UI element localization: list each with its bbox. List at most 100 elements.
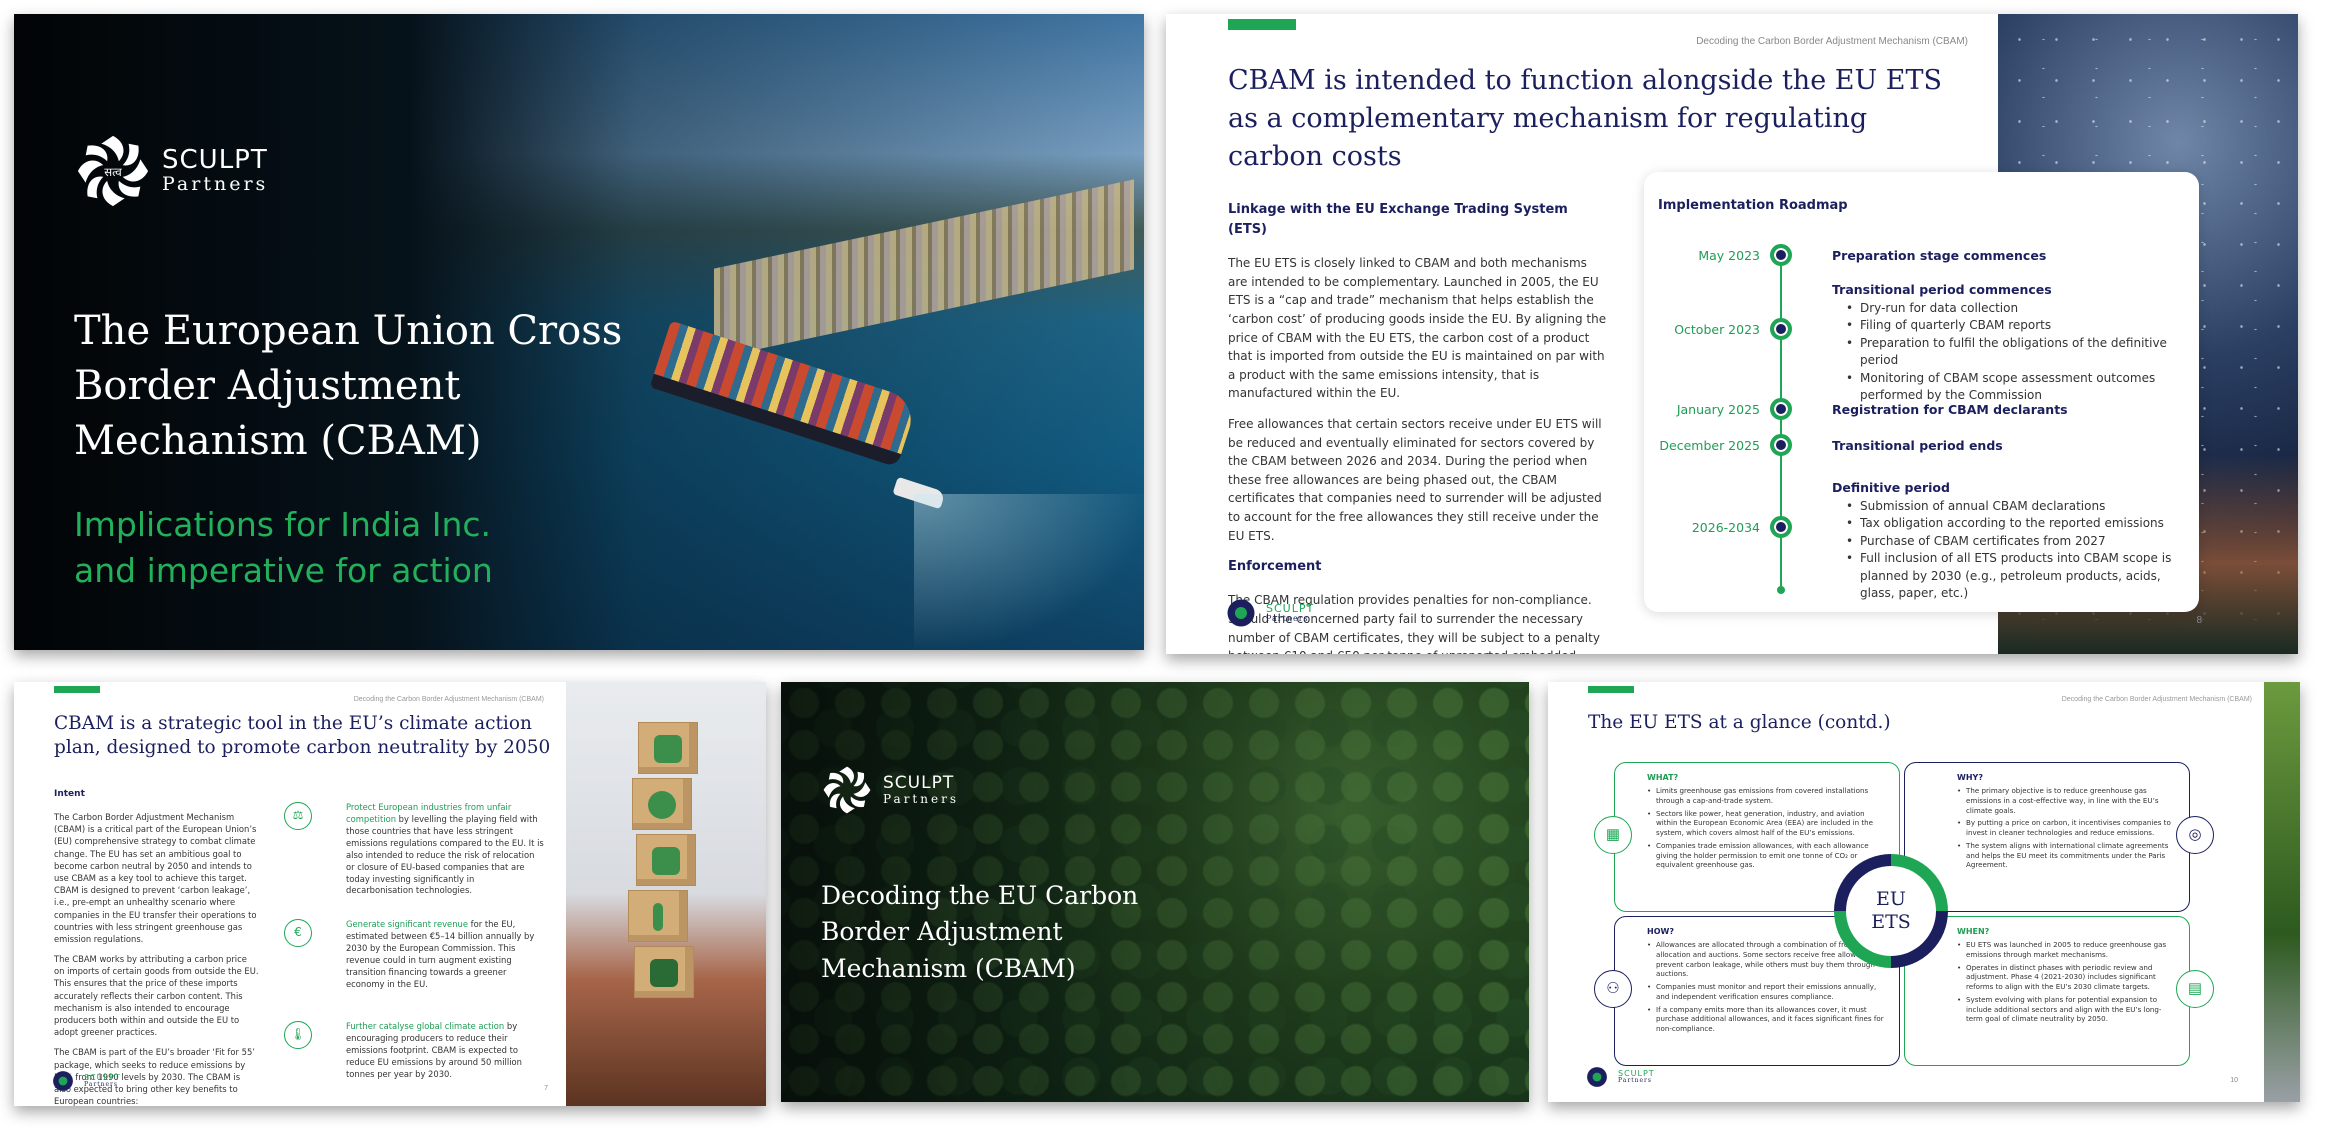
timeline-node: [1770, 398, 1792, 420]
linkage-paragraph-1: The EU ETS is closely linked to CBAM and…: [1228, 256, 1607, 401]
sculpt-logo-small: SCULPT Partners: [1586, 1066, 1655, 1088]
linkage-column: Linkage with the EU Exchange Trading Sys…: [1228, 200, 1608, 654]
scales-icon: ⚖: [284, 802, 312, 830]
logo-line1: SCULPT: [162, 145, 268, 176]
intent-heading: Intent: [54, 789, 85, 799]
roadmap-bullets: Submission of annual CBAM declarations T…: [1846, 498, 2186, 602]
why-heading: WHY?: [1957, 773, 1983, 782]
benefit-item: 🌡 Further catalyse global climate action…: [284, 1021, 544, 1106]
eu-ets-glance-slide[interactable]: Decoding the Carbon Border Adjustment Me…: [1548, 682, 2300, 1102]
sculpt-logo: SCULPT Partners: [821, 764, 959, 816]
eu-ets-line2: ETS: [1871, 911, 1911, 933]
cover-title: The European Union Cross Border Adjustme…: [74, 308, 623, 465]
calendar-chart-icon: ▤: [2176, 970, 2214, 1008]
intent-column: Intent The Carbon Border Adjustment Mech…: [54, 788, 259, 1106]
roadmap-date: May 2023: [1698, 248, 1760, 263]
roadmap-date: December 2025: [1659, 438, 1760, 453]
roadmap-card: Implementation Roadmap May 2023 Preparat…: [1644, 172, 2199, 612]
benefit-text: for the EU, estimated between €5–14 bill…: [346, 919, 535, 989]
slide-title: CBAM is intended to function alongside t…: [1228, 65, 1943, 172]
eu-ets-label: EU ETS: [1846, 866, 1936, 956]
roadmap-head: Transitional period ends: [1832, 438, 2003, 453]
timeline-node: [1770, 318, 1792, 340]
logo-line2: Partners: [1618, 1077, 1652, 1085]
benefit-highlight: Further catalyse global climate action: [346, 1021, 505, 1032]
intent-paragraph-2: The CBAM works by attributing a carbon p…: [54, 954, 259, 1038]
factory-icon: ▦: [1594, 816, 1632, 854]
when-bullet: EU ETS was launched in 2005 to reduce gr…: [1957, 940, 2177, 960]
logo-mark-icon: सत्व: [74, 132, 152, 210]
water-wake: [914, 494, 1144, 650]
person-target-icon: ◎: [2176, 816, 2214, 854]
how-bullet: Companies must monitor and report their …: [1647, 982, 1887, 1002]
accent-bar: [1228, 19, 1296, 30]
what-bullet: Sectors like power, heat generation, ind…: [1647, 809, 1887, 838]
people-icon: ⚇: [1594, 970, 1632, 1008]
page-number: 7: [544, 1085, 548, 1092]
logo-mark-icon: [1227, 599, 1255, 627]
cover-subtitle-line2: and imperative for action: [74, 550, 493, 590]
cover-slide[interactable]: सत्व SCULPT Partners The European Union …: [14, 14, 1144, 650]
roadmap-bullet: Tax obligation according to the reported…: [1846, 515, 2186, 533]
logo-line2: Partners: [883, 791, 959, 806]
roadmap-bullet: Submission of annual CBAM declarations: [1846, 498, 2186, 516]
roadmap-head: Registration for CBAM declarants: [1832, 402, 2068, 417]
benefit-highlight: Generate significant revenue: [346, 919, 468, 930]
port-pier-image: [714, 179, 1134, 359]
logo-mark-icon: [53, 1071, 73, 1091]
roadmap-heading: Implementation Roadmap: [1658, 198, 1848, 213]
when-heading: WHEN?: [1957, 927, 1990, 936]
roadmap-head: Definitive period: [1832, 480, 1950, 495]
roadmap-date: January 2025: [1676, 402, 1760, 417]
logo-mark-icon: [821, 764, 873, 816]
linkage-heading: Linkage with the EU Exchange Trading Sys…: [1228, 202, 1568, 238]
accent-bar: [1588, 686, 1634, 693]
roadmap-head: Transitional period commences: [1832, 282, 2052, 297]
roadmap-head: Preparation stage commences: [1832, 248, 2047, 263]
logo-line1: SCULPT: [883, 772, 955, 793]
enforcement-heading: Enforcement: [1228, 559, 1322, 575]
logo-line2: Partners: [1266, 613, 1309, 623]
benefit-text: by levelling the playing field with thos…: [346, 813, 544, 896]
roadmap-date: 2026-2034: [1691, 520, 1760, 535]
logo-mark-icon: [1587, 1067, 1607, 1087]
page-number: 10: [2230, 1077, 2238, 1084]
when-quadrant: WHEN? EU ETS was launched in 2005 to red…: [1904, 916, 2190, 1066]
timeline-node: [1770, 244, 1792, 266]
cover-subtitle-line1: Implications for India Inc.: [74, 505, 492, 544]
slide-title: CBAM is a strategic tool in the EU’s cli…: [54, 713, 551, 759]
strategic-tool-slide[interactable]: Decoding the Carbon Border Adjustment Me…: [14, 682, 766, 1106]
sculpt-logo-small: SCULPT Partners: [52, 1070, 121, 1092]
roadmap-date: October 2023: [1674, 322, 1760, 337]
how-bullet: If a company emits more than its allowan…: [1647, 1005, 1887, 1034]
logo-line2: Partners: [162, 172, 269, 195]
cover-subtitle: Implications for India Inc. and imperati…: [74, 502, 674, 593]
roadmap-bullet: Filing of quarterly CBAM reports: [1846, 317, 2186, 335]
landscape-edge-image: [2264, 682, 2300, 1102]
why-bullet: The primary objective is to reduce green…: [1957, 786, 2177, 815]
section-title: Decoding the EU Carbon Border Adjustment…: [821, 881, 1139, 983]
roadmap-bullets: Dry-run for data collection Filing of qu…: [1846, 300, 2186, 404]
slide-header: Decoding the Carbon Border Adjustment Me…: [353, 696, 544, 703]
decoding-section-slide[interactable]: SCULPT Partners Decoding the EU Carbon B…: [781, 682, 1529, 1102]
implementation-slide[interactable]: Decoding the Carbon Border Adjustment Me…: [1166, 14, 2298, 654]
svg-text:सत्व: सत्व: [104, 165, 122, 179]
roadmap-bullet: Purchase of CBAM certificates from 2027: [1846, 533, 2186, 551]
euro-icon: €: [284, 919, 312, 948]
why-quadrant: WHY? The primary objective is to reduce …: [1904, 762, 2190, 912]
when-bullet: System evolving with plans for potential…: [1957, 995, 2177, 1024]
what-bullet: Companies trade emission allowances, wit…: [1647, 841, 1887, 870]
logo-line1: SCULPT: [1266, 602, 1315, 616]
thermometer-icon: 🌡: [284, 1021, 312, 1050]
slide-header: Decoding the Carbon Border Adjustment Me…: [2061, 696, 2252, 703]
intent-paragraph-1: The Carbon Border Adjustment Mechanism (…: [54, 812, 257, 944]
why-bullet: The system aligns with international cli…: [1957, 841, 2177, 870]
eu-ets-ring: EU ETS: [1834, 854, 1948, 968]
benefits-list: ⚖ Protect European industries from unfai…: [284, 802, 544, 1106]
sculpt-logo-small: SCULPT Partners: [1226, 598, 1314, 628]
page-number: 8: [2196, 615, 2202, 626]
eu-ets-line1: EU: [1876, 888, 1906, 911]
accent-bar: [54, 686, 100, 693]
why-bullet: By putting a price on carbon, it incenti…: [1957, 818, 2177, 838]
slide-title: The EU ETS at a glance (contd.): [1588, 712, 1891, 733]
